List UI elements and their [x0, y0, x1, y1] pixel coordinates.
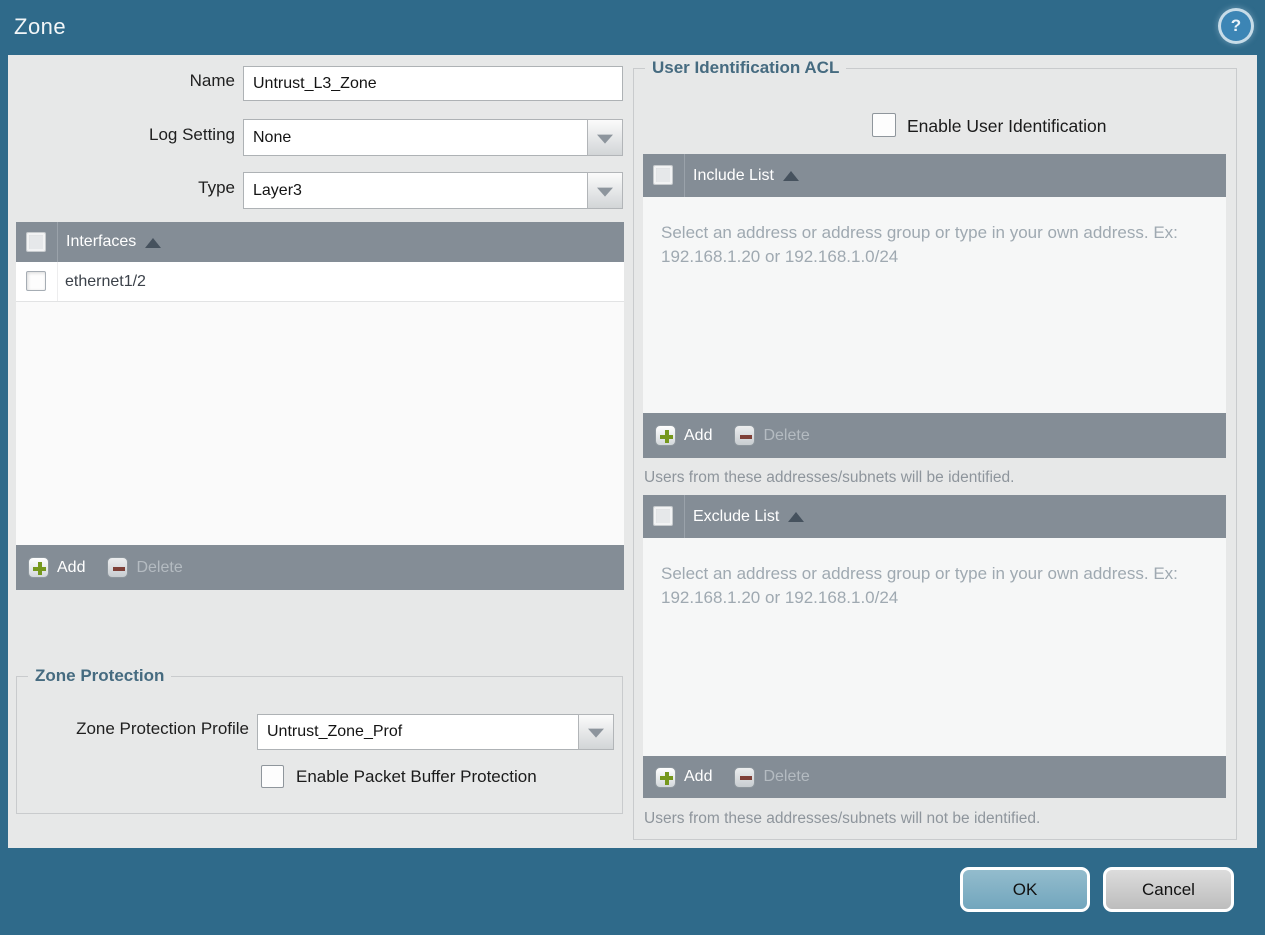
interfaces-table-header: Interfaces [16, 222, 624, 262]
interfaces-column-header[interactable]: Interfaces [66, 233, 136, 251]
dialog-body: Name Log Setting Type Interfaces [8, 55, 1257, 848]
minus-icon [734, 766, 756, 788]
interfaces-table-toolbar: Add Delete [16, 545, 624, 590]
include-list-column-header[interactable]: Include List [693, 167, 774, 185]
minus-icon [107, 557, 129, 578]
exclude-list-toolbar: Add Delete [643, 756, 1226, 798]
cancel-button[interactable]: Cancel [1103, 867, 1234, 912]
type-input[interactable] [243, 172, 588, 209]
sort-ascending-icon[interactable] [788, 512, 805, 522]
log-setting-input[interactable] [243, 119, 588, 156]
name-input[interactable] [243, 66, 623, 101]
exclude-add-button[interactable]: Add [655, 766, 712, 788]
exclude-list-column-header[interactable]: Exclude List [693, 508, 779, 526]
user-identification-acl-section: User Identification ACL Enable User Iden… [633, 58, 1237, 840]
interfaces-delete-button[interactable]: Delete [107, 557, 183, 578]
chevron-down-icon [588, 728, 604, 738]
enable-packet-buffer-protection-label: Enable Packet Buffer Protection [296, 767, 537, 786]
include-list-placeholder: Select an address or address group or ty… [661, 223, 1178, 267]
zone-protection-profile-label: Zone Protection Profile [76, 719, 249, 738]
zone-dialog: Zone ? Name Log Setting Type Interfaces [0, 0, 1265, 935]
exclude-list-select-all-checkbox[interactable] [653, 506, 673, 526]
exclude-list-placeholder: Select an address or address group or ty… [661, 564, 1178, 608]
name-label: Name [189, 71, 235, 90]
type-dropdown-button[interactable] [587, 172, 623, 209]
include-list-toolbar: Add Delete [643, 413, 1226, 458]
sort-ascending-icon[interactable] [145, 237, 162, 248]
chevron-down-icon [597, 134, 613, 144]
interfaces-add-button[interactable]: Add [28, 557, 85, 578]
type-label: Type [198, 178, 235, 197]
include-list-header: Include List [643, 154, 1226, 197]
dialog-titlebar: Zone ? [0, 0, 1265, 55]
interface-row-checkbox[interactable] [26, 271, 46, 291]
zone-protection-profile-input[interactable] [257, 714, 579, 750]
ok-button[interactable]: OK [960, 867, 1090, 912]
user-identification-acl-legend: User Identification ACL [645, 58, 847, 78]
enable-user-identification-checkbox[interactable] [872, 113, 896, 137]
interface-name: ethernet1/2 [65, 272, 146, 290]
help-icon[interactable]: ? [1221, 11, 1251, 41]
column-divider [684, 495, 685, 538]
include-list-caption: Users from these addresses/subnets will … [644, 469, 1015, 486]
exclude-list-table: Exclude List Select an address or addres… [643, 495, 1226, 798]
interfaces-table: Interfaces ethernet1/2 Add Delete [16, 222, 624, 590]
column-divider [684, 154, 685, 197]
zone-protection-profile-dropdown-button[interactable] [578, 714, 614, 750]
chevron-down-icon [597, 187, 613, 197]
log-setting-label: Log Setting [148, 125, 235, 144]
include-list-select-all-checkbox[interactable] [653, 165, 673, 185]
exclude-list-body[interactable]: Select an address or address group or ty… [643, 538, 1226, 756]
interfaces-select-all-checkbox[interactable] [26, 232, 46, 252]
zone-protection-section: Zone Protection Zone Protection Profile … [16, 666, 623, 814]
exclude-list-caption: Users from these addresses/subnets will … [644, 810, 1041, 827]
table-row[interactable]: ethernet1/2 [16, 262, 624, 302]
plus-icon [655, 766, 676, 788]
plus-icon [655, 425, 676, 446]
include-list-body[interactable]: Select an address or address group or ty… [643, 197, 1226, 413]
column-divider [57, 262, 58, 301]
column-divider [57, 222, 58, 262]
plus-icon [28, 557, 49, 578]
enable-packet-buffer-protection-checkbox[interactable] [261, 765, 284, 788]
include-list-table: Include List Select an address or addres… [643, 154, 1226, 458]
include-add-button[interactable]: Add [655, 425, 712, 446]
interfaces-table-body: ethernet1/2 [16, 262, 624, 545]
exclude-delete-button[interactable]: Delete [734, 766, 810, 788]
enable-user-identification-label: Enable User Identification [907, 116, 1107, 136]
dialog-title: Zone [14, 14, 67, 39]
include-delete-button[interactable]: Delete [734, 425, 810, 446]
exclude-list-header: Exclude List [643, 495, 1226, 538]
sort-ascending-icon[interactable] [782, 171, 799, 181]
log-setting-dropdown-button[interactable] [587, 119, 623, 156]
minus-icon [734, 425, 756, 446]
zone-protection-legend: Zone Protection [28, 666, 172, 686]
